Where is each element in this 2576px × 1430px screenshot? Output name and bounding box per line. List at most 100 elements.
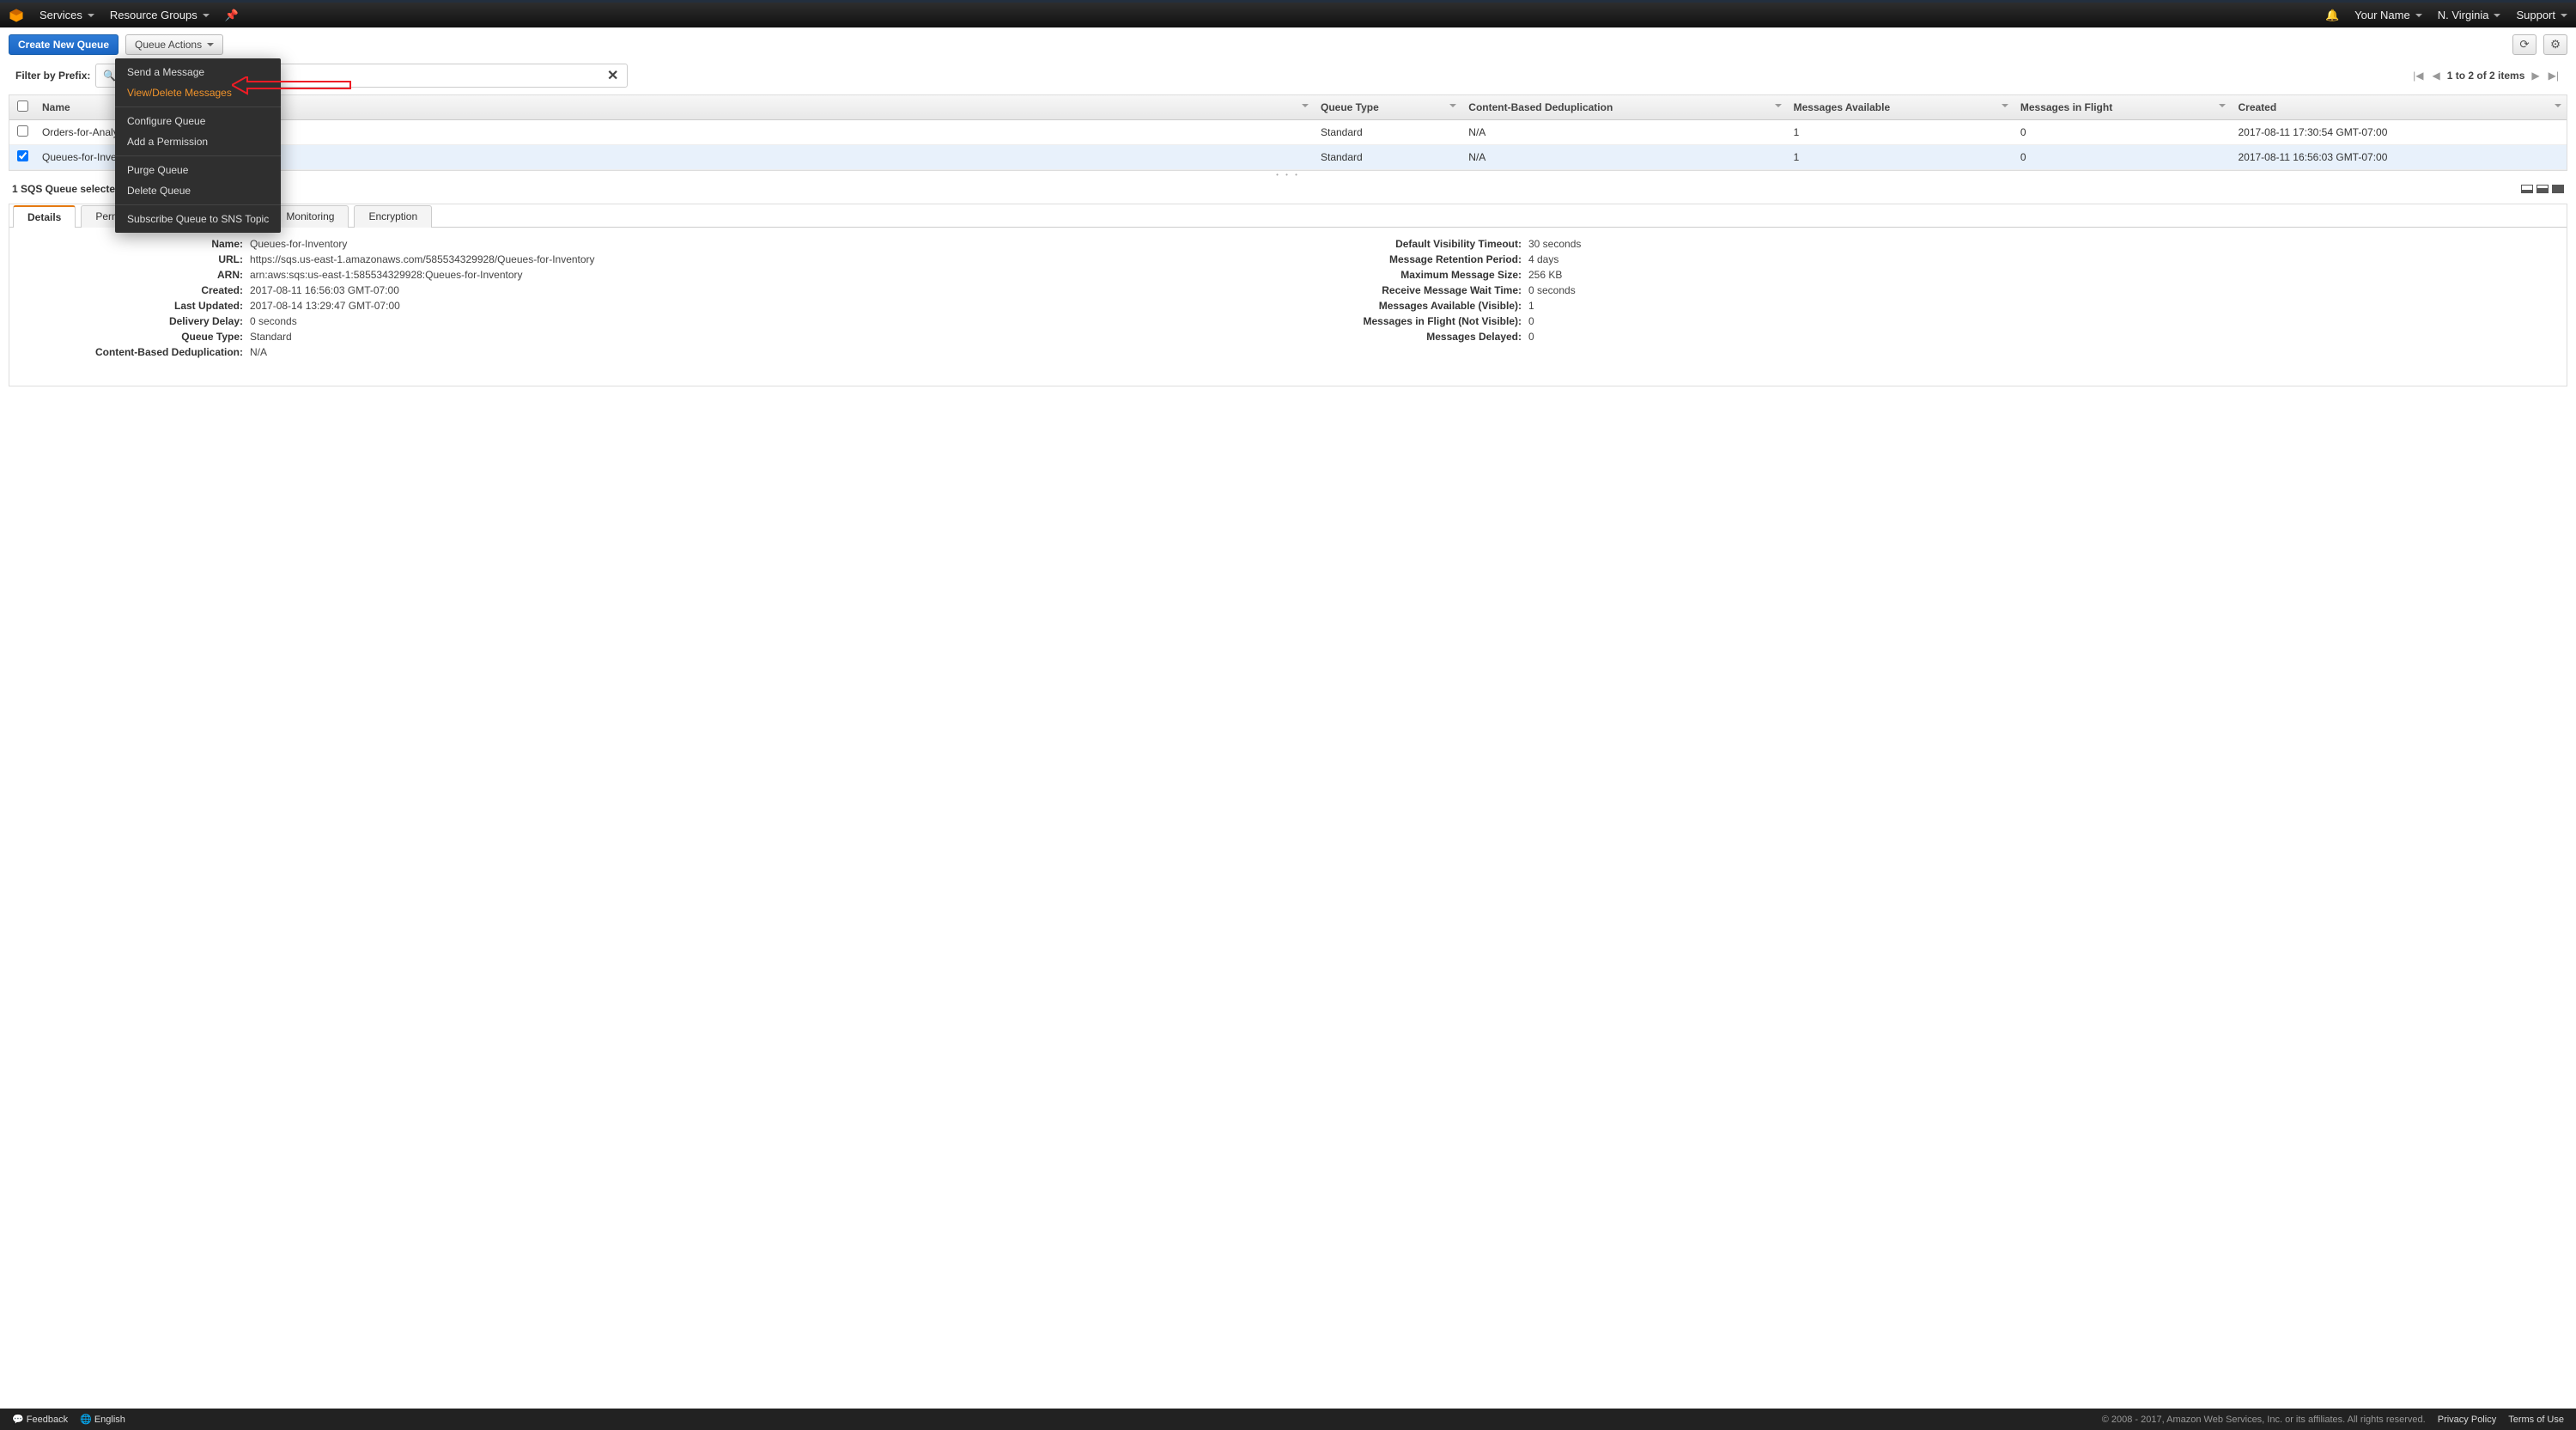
- sort-caret-icon: [2002, 104, 2008, 107]
- pin-icon: 📌: [225, 9, 239, 22]
- detail-arn: ARN:arn:aws:sqs:us-east-1:585534329928:Q…: [27, 267, 1271, 283]
- cell-cbd: N/A: [1461, 145, 1786, 170]
- layout-split-button[interactable]: [2537, 185, 2549, 193]
- filter-row: Filter by Prefix: 🔍 ✕ |◀ ◀ 1 to 2 of 2 i…: [0, 62, 2576, 94]
- footer: 💬 Feedback 🌐 English © 2008 - 2017, Amaz…: [0, 1409, 2576, 1430]
- clear-filter-button[interactable]: ✕: [602, 67, 623, 84]
- menu-divider: [115, 204, 281, 205]
- filter-label: Filter by Prefix:: [15, 70, 90, 82]
- menu-view-delete-messages[interactable]: View/Delete Messages: [115, 82, 281, 103]
- tab-monitoring[interactable]: Monitoring: [271, 205, 349, 228]
- detail-msgs-available: Messages Available (Visible):1: [1305, 298, 2549, 313]
- bell-icon: 🔔: [2325, 9, 2339, 22]
- cell-inflight: 0: [2014, 145, 2232, 170]
- detail-url: URL:https://sqs.us-east-1.amazonaws.com/…: [27, 252, 1271, 267]
- detail-msgs-delayed: Messages Delayed:0: [1305, 329, 2549, 344]
- refresh-button[interactable]: ⟳: [2512, 34, 2537, 55]
- detail-cbd: Content-Based Deduplication:N/A: [27, 344, 1271, 360]
- settings-button[interactable]: ⚙: [2543, 34, 2567, 55]
- value: Queues-for-Inventory: [250, 238, 1271, 250]
- label: ARN:: [27, 269, 250, 281]
- menu-send-message[interactable]: Send a Message: [115, 62, 281, 82]
- row-checkbox[interactable]: [17, 150, 28, 161]
- label: Messages Available (Visible):: [1305, 300, 1528, 312]
- details-col-left: Name:Queues-for-Inventory URL:https://sq…: [27, 236, 1271, 360]
- language-label: English: [94, 1415, 125, 1425]
- details-tabs: Details Permissions Redrive Policy Monit…: [9, 204, 2567, 228]
- details-col-right: Default Visibility Timeout:30 seconds Me…: [1305, 236, 2549, 360]
- nav-username[interactable]: Your Name: [2354, 9, 2422, 21]
- col-msgs-available[interactable]: Messages Available: [1787, 95, 2014, 120]
- detail-queue-type: Queue Type:Standard: [27, 329, 1271, 344]
- value: 0 seconds: [1528, 284, 2549, 296]
- menu-configure-queue[interactable]: Configure Queue: [115, 111, 281, 131]
- table-row[interactable]: Orders-for-AnalyticStandardN/A102017-08-…: [9, 120, 2567, 145]
- nav-resource-groups-label: Resource Groups: [110, 9, 197, 21]
- nav-username-label: Your Name: [2354, 9, 2410, 21]
- select-all-header: [9, 95, 35, 120]
- detail-retention: Message Retention Period:4 days: [1305, 252, 2549, 267]
- cell-inflight: 0: [2014, 120, 2232, 145]
- nav-region[interactable]: N. Virginia: [2438, 9, 2501, 21]
- col-msgs-in-flight[interactable]: Messages in Flight: [2014, 95, 2232, 120]
- language-button[interactable]: 🌐 English: [80, 1414, 125, 1425]
- feedback-button[interactable]: 💬 Feedback: [12, 1414, 68, 1425]
- label: Content-Based Deduplication:: [27, 346, 250, 358]
- nav-pin[interactable]: 📌: [225, 9, 239, 22]
- col-queue-type[interactable]: Queue Type: [1314, 95, 1461, 120]
- cell-cbd: N/A: [1461, 120, 1786, 145]
- feedback-label: Feedback: [27, 1415, 68, 1425]
- sort-caret-icon: [2555, 104, 2561, 107]
- menu-divider: [115, 106, 281, 107]
- page-first-button[interactable]: |◀: [2411, 70, 2425, 82]
- cell-created: 2017-08-11 17:30:54 GMT-07:00: [2231, 120, 2567, 145]
- create-queue-button[interactable]: Create New Queue: [9, 34, 118, 55]
- detail-receive-wait: Receive Message Wait Time:0 seconds: [1305, 283, 2549, 298]
- nav-support[interactable]: Support: [2516, 9, 2567, 21]
- splitter-handle[interactable]: • • •: [0, 171, 2576, 178]
- copyright-text: © 2008 - 2017, Amazon Web Services, Inc.…: [2102, 1415, 2426, 1425]
- value: Standard: [250, 331, 1271, 343]
- privacy-link[interactable]: Privacy Policy: [2438, 1415, 2496, 1425]
- page-prev-button[interactable]: ◀: [2430, 70, 2441, 82]
- nav-services[interactable]: Services: [39, 9, 94, 21]
- chevron-down-icon: [203, 14, 210, 17]
- layout-full-button[interactable]: [2552, 185, 2564, 193]
- page-next-button[interactable]: ▶: [2530, 70, 2541, 82]
- pagination: |◀ ◀ 1 to 2 of 2 items ▶ ▶|: [2411, 70, 2561, 82]
- menu-purge-queue[interactable]: Purge Queue: [115, 160, 281, 180]
- label: Messages Delayed:: [1305, 331, 1528, 343]
- page-last-button[interactable]: ▶|: [2547, 70, 2561, 82]
- menu-delete-queue[interactable]: Delete Queue: [115, 180, 281, 201]
- tab-encryption[interactable]: Encryption: [354, 205, 432, 228]
- label: Created:: [27, 284, 250, 296]
- select-all-checkbox[interactable]: [17, 100, 28, 112]
- sort-caret-icon: [1302, 104, 1309, 107]
- label: URL:: [27, 253, 250, 265]
- cell-avail: 1: [1787, 120, 2014, 145]
- nav-resource-groups[interactable]: Resource Groups: [110, 9, 210, 21]
- table-row[interactable]: Queues-for-InventoStandardN/A102017-08-1…: [9, 145, 2567, 170]
- chevron-down-icon: [2494, 14, 2500, 17]
- tab-details[interactable]: Details: [13, 205, 76, 228]
- aws-logo-icon[interactable]: [9, 8, 24, 23]
- row-checkbox[interactable]: [17, 125, 28, 137]
- details-header: 1 SQS Queue selected: [0, 178, 2576, 200]
- menu-add-permission[interactable]: Add a Permission: [115, 131, 281, 152]
- cell-type: Standard: [1314, 120, 1461, 145]
- detail-name: Name:Queues-for-Inventory: [27, 236, 1271, 252]
- pagination-text: 1 to 2 of 2 items: [2447, 70, 2525, 82]
- value: https://sqs.us-east-1.amazonaws.com/5855…: [250, 253, 1271, 265]
- nav-support-label: Support: [2516, 9, 2555, 21]
- col-created[interactable]: Created: [2231, 95, 2567, 120]
- nav-notifications[interactable]: 🔔: [2325, 9, 2339, 22]
- selection-summary: 1 SQS Queue selected: [12, 183, 121, 195]
- refresh-icon: ⟳: [2519, 38, 2529, 52]
- terms-link[interactable]: Terms of Use: [2508, 1415, 2564, 1425]
- value: 0: [1528, 315, 2549, 327]
- menu-subscribe-sns[interactable]: Subscribe Queue to SNS Topic: [115, 209, 281, 229]
- col-cbd[interactable]: Content-Based Deduplication: [1461, 95, 1786, 120]
- detail-last-updated: Last Updated:2017-08-14 13:29:47 GMT-07:…: [27, 298, 1271, 313]
- layout-bottom-button[interactable]: [2521, 185, 2533, 193]
- queue-actions-button[interactable]: Queue Actions: [125, 34, 223, 55]
